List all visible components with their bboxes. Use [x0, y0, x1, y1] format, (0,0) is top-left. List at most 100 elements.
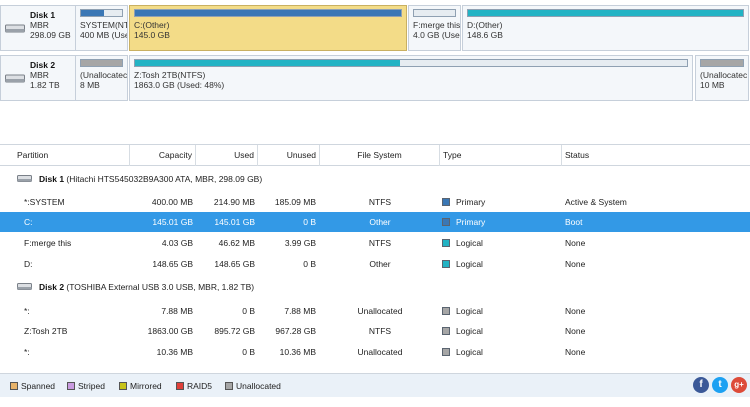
status-strip — [0, 397, 750, 407]
partition-label: SYSTEM(NT — [80, 20, 128, 30]
partition-detail: 400 MB (Use — [80, 30, 128, 40]
cell-filesystem: Other — [369, 217, 391, 227]
cell-unused: 967.28 GB — [275, 326, 316, 336]
grid-disk-header-disk2[interactable]: Disk 2 (TOSHIBA External USB 3.0 USB, MB… — [0, 277, 750, 297]
partition-grid: Partition Capacity Used Unused File Syst… — [0, 144, 750, 370]
cell-status: None — [565, 259, 586, 269]
cell-used: 895.72 GB — [214, 326, 255, 336]
cell-filesystem: Unallocated — [357, 306, 403, 316]
partition-block-f[interactable]: F:merge this 4.0 GB (Use — [408, 5, 461, 51]
column-header-capacity[interactable]: Capacity — [130, 145, 196, 166]
cell-used: 0 B — [242, 306, 255, 316]
grid-disk-name: Disk 2 — [39, 282, 65, 292]
usage-bar — [413, 9, 456, 17]
legend-swatch — [176, 381, 184, 390]
googleplus-icon[interactable]: g+ — [731, 377, 747, 393]
legend-swatch — [225, 381, 233, 390]
cell-used: 46.62 MB — [218, 238, 255, 248]
partition-block-c[interactable]: C:(Other) 145.0 GB — [129, 5, 407, 51]
partition-label: (Unallocatec — [700, 70, 748, 80]
cell-unused: 185.09 MB — [274, 197, 316, 207]
partition-detail: 4.0 GB (Use — [413, 30, 460, 40]
partition-block-system[interactable]: SYSTEM(NT 400 MB (Use — [75, 5, 128, 51]
cell-type-label: Primary — [456, 197, 486, 207]
partition-detail: 1863.0 GB (Used: 48%) — [134, 80, 225, 90]
grid-disk-detail: (Hitachi HTS545032B9A300 ATA, MBR, 298.0… — [66, 174, 263, 184]
usage-bar — [80, 9, 123, 17]
cell-unused: 3.99 GB — [284, 238, 316, 248]
column-header-partition[interactable]: Partition — [14, 145, 130, 166]
cell-capacity: 7.88 MB — [161, 306, 193, 316]
cell-type-label: Primary — [456, 217, 486, 227]
partition-block-z[interactable]: Z:Tosh 2TB(NTFS) 1863.0 GB (Used: 48%) — [129, 55, 693, 101]
usage-bar-fill — [701, 60, 743, 66]
partition-block-unallocated-2[interactable]: (Unallocatec 10 MB — [695, 55, 749, 101]
cell-capacity: 145.01 GB — [152, 217, 193, 227]
hard-drive-icon — [5, 24, 25, 33]
grid-disk-header-disk1[interactable]: Disk 1 (Hitachi HTS545032B9A300 ATA, MBR… — [0, 169, 750, 189]
partition-block-unallocated-1[interactable]: (Unallocatec 8 MB — [75, 55, 128, 101]
facebook-icon[interactable]: f — [693, 377, 709, 393]
cell-type: Logical — [442, 301, 560, 321]
column-header-unused[interactable]: Unused — [258, 145, 320, 166]
cell-type: Logical — [442, 321, 560, 341]
cell-status: None — [565, 347, 586, 357]
column-header-used[interactable]: Used — [196, 145, 258, 166]
cell-used: 0 B — [242, 347, 255, 357]
table-row[interactable]: D: 148.65 GB 148.65 GB 0 B Other Logical… — [0, 254, 750, 274]
hard-drive-icon — [17, 175, 32, 182]
partition-block-d[interactable]: D:(Other) 148.6 GB — [462, 5, 749, 51]
cell-partition: F:merge this — [24, 238, 72, 248]
disk-size: 298.09 GB — [30, 30, 71, 40]
usage-bar-fill — [468, 10, 743, 16]
type-color-swatch — [442, 197, 450, 206]
disk-name: Disk 1 — [30, 10, 56, 20]
cell-type: Logical — [442, 342, 560, 362]
disk-name: Disk 2 — [30, 60, 56, 70]
cell-capacity: 4.03 GB — [161, 238, 193, 248]
legend-swatch — [67, 381, 75, 390]
type-color-swatch — [442, 347, 450, 356]
column-header-filesystem[interactable]: File System — [320, 145, 440, 166]
cell-filesystem: NTFS — [368, 238, 392, 248]
disk-map-row-disk1: Disk 1 MBR 298.09 GB SYSTEM(NT 400 MB (U… — [0, 5, 750, 51]
cell-status: Active & System — [565, 197, 627, 207]
partition-detail: 8 MB — [80, 80, 100, 90]
legend-label: Mirrored — [130, 381, 162, 391]
cell-filesystem: NTFS — [368, 197, 392, 207]
table-row[interactable]: *: 7.88 MB 0 B 7.88 MB Unallocated Logic… — [0, 301, 750, 321]
cell-type-label: Logical — [456, 326, 483, 336]
cell-filesystem: NTFS — [368, 326, 392, 336]
cell-type-label: Logical — [456, 259, 483, 269]
cell-partition: *:SYSTEM — [24, 197, 65, 207]
cell-filesystem: Other — [369, 259, 391, 269]
twitter-icon[interactable]: t — [712, 377, 728, 393]
cell-type-label: Logical — [456, 238, 483, 248]
table-row[interactable]: Z:Tosh 2TB 1863.00 GB 895.72 GB 967.28 G… — [0, 321, 750, 341]
table-row-selected[interactable]: C: 145.01 GB 145.01 GB 0 B Other Primary… — [0, 212, 750, 232]
column-header-type[interactable]: Type — [440, 145, 562, 166]
type-color-swatch — [442, 306, 450, 315]
disk-type: MBR — [30, 70, 49, 80]
cell-partition: D: — [24, 259, 33, 269]
table-row[interactable]: *: 10.36 MB 0 B 10.36 MB Unallocated Log… — [0, 342, 750, 362]
usage-bar — [134, 59, 688, 67]
grid-disk-detail: (TOSHIBA External USB 3.0 USB, MBR, 1.82… — [66, 282, 255, 292]
cell-capacity: 400.00 MB — [151, 197, 193, 207]
legend-swatch — [10, 381, 18, 390]
table-row[interactable]: F:merge this 4.03 GB 46.62 MB 3.99 GB NT… — [0, 233, 750, 253]
usage-bar — [80, 59, 123, 67]
cell-partition: *: — [24, 347, 30, 357]
type-color-swatch — [442, 238, 450, 247]
table-row[interactable]: *:SYSTEM 400.00 MB 214.90 MB 185.09 MB N… — [0, 192, 750, 212]
legend-item-raid5: RAID5 — [176, 380, 212, 392]
column-header-status[interactable]: Status — [562, 145, 750, 166]
legend-label: RAID5 — [187, 381, 213, 391]
grid-disk-name: Disk 1 — [39, 174, 65, 184]
cell-used: 148.65 GB — [214, 259, 255, 269]
cell-unused: 0 B — [303, 217, 316, 227]
cell-unused: 7.88 MB — [284, 306, 316, 316]
cell-type-label: Logical — [456, 347, 483, 357]
cell-partition: Z:Tosh 2TB — [24, 326, 68, 336]
cell-type: Logical — [442, 254, 560, 274]
